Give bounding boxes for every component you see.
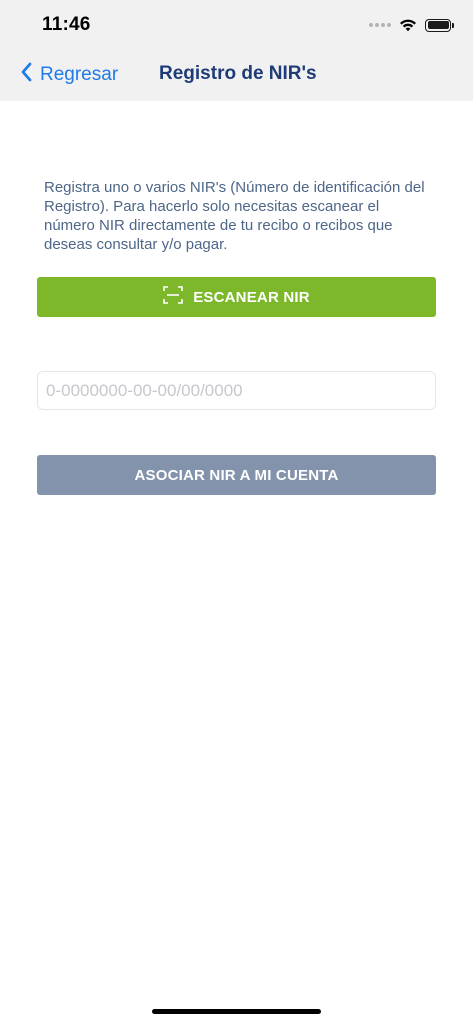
scan-frame-icon [163, 285, 184, 309]
associate-nir-button[interactable]: ASOCIAR NIR A MI CUENTA [37, 455, 436, 495]
home-indicator[interactable] [152, 1009, 321, 1014]
signal-dots-icon [369, 23, 391, 27]
status-time: 11:46 [42, 14, 91, 35]
top-bar: 11:46 Regresar Registro de NIR's [0, 0, 473, 101]
instructions-text: Registra uno o varios NIR's (Número de i… [44, 179, 425, 253]
wifi-icon [399, 18, 417, 32]
status-icons [369, 17, 454, 33]
back-button-label: Regresar [40, 63, 119, 85]
battery-icon [425, 18, 454, 32]
chevron-left-icon [20, 62, 32, 87]
scan-nir-button[interactable]: ESCANEAR NIR [37, 277, 436, 317]
associate-nir-button-label: ASOCIAR NIR A MI CUENTA [134, 466, 339, 484]
scan-nir-button-label: ESCANEAR NIR [193, 288, 310, 306]
nir-registration-screen: 11:46 Regresar Registro de NIR's Registr… [0, 0, 473, 1024]
page-title: Registro de NIR's [159, 63, 317, 84]
back-button[interactable]: Regresar [20, 62, 118, 87]
nir-number-input[interactable] [37, 371, 436, 410]
